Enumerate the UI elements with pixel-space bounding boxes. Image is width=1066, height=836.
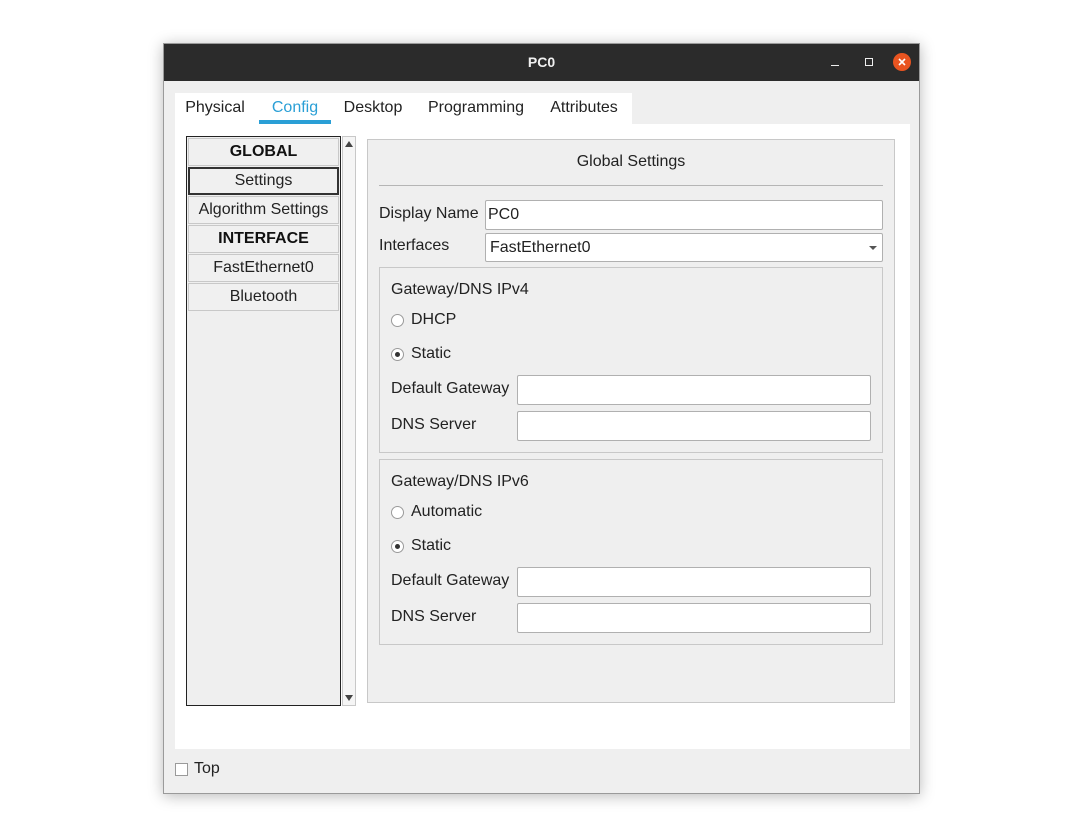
nav-scrollbar[interactable] [342,136,356,706]
ipv4-dns-label: DNS Server [391,416,477,433]
display-name-label: Display Name [379,205,479,222]
close-icon [898,58,906,66]
close-button[interactable] [893,53,911,71]
panel-title: Global Settings [576,153,686,170]
tab-desktop[interactable]: Desktop [333,93,413,124]
ipv6-group-title: Gateway/DNS IPv6 [391,473,529,490]
ipv6-dns-label: DNS Server [391,608,477,625]
ipv4-group-title: Gateway/DNS IPv4 [391,281,529,298]
nav-item-bluetooth[interactable]: Bluetooth [188,283,339,311]
config-content: GLOBAL Settings Algorithm Settings INTER… [175,124,910,749]
ipv6-automatic-radio[interactable] [391,506,404,519]
ipv6-gateway-input[interactable] [517,567,871,597]
interfaces-label: Interfaces [379,237,450,254]
ipv4-gateway-input[interactable] [517,375,871,405]
ipv4-static-label[interactable]: Static [411,345,451,363]
top-checkbox-label[interactable]: Top [194,760,220,778]
ipv6-group: Gateway/DNS IPv6 Automatic Static Defaul… [379,459,883,645]
tab-config[interactable]: Config [259,93,331,124]
interfaces-select[interactable]: FastEthernet0 [485,233,883,262]
tab-bar: Physical Config Desktop Programming Attr… [175,93,632,124]
ipv6-automatic-label[interactable]: Automatic [411,503,482,521]
window-title: PC0 [527,54,556,70]
interfaces-select-value: FastEthernet0 [490,239,591,256]
ipv4-dns-input[interactable] [517,411,871,441]
ipv6-gateway-label: Default Gateway [391,572,510,589]
global-settings-panel: Global Settings Display Name PC0 Interfa… [367,139,895,703]
ipv4-group: Gateway/DNS IPv4 DHCP Static Default Gat… [379,267,883,453]
minimize-button[interactable] [826,53,844,71]
tab-physical[interactable]: Physical [175,93,255,124]
tab-attributes[interactable]: Attributes [541,93,627,124]
nav-header-global: GLOBAL [188,138,339,166]
nav-header-interface: INTERFACE [188,225,339,253]
ipv4-static-radio[interactable] [391,348,404,361]
nav-item-fastethernet0[interactable]: FastEthernet0 [188,254,339,282]
tab-programming[interactable]: Programming [419,93,533,124]
scroll-up-icon[interactable] [345,141,353,147]
ipv4-dhcp-radio[interactable] [391,314,404,327]
ipv4-dhcp-label[interactable]: DHCP [411,311,456,329]
display-name-input[interactable]: PC0 [485,200,883,230]
maximize-button[interactable] [860,53,878,71]
top-checkbox[interactable] [175,763,188,776]
ipv6-dns-input[interactable] [517,603,871,633]
ipv6-static-label[interactable]: Static [411,537,451,555]
app-window: PC0 Physical Config Desktop Programming … [163,43,920,794]
ipv6-static-radio[interactable] [391,540,404,553]
config-nav-list: GLOBAL Settings Algorithm Settings INTER… [186,136,341,706]
title-bar[interactable]: PC0 [164,44,919,81]
nav-item-settings[interactable]: Settings [188,167,339,195]
ipv4-gateway-label: Default Gateway [391,380,510,397]
divider [379,185,883,186]
scroll-down-icon[interactable] [345,695,353,701]
nav-item-algorithm-settings[interactable]: Algorithm Settings [188,196,339,224]
chevron-down-icon [869,246,877,250]
